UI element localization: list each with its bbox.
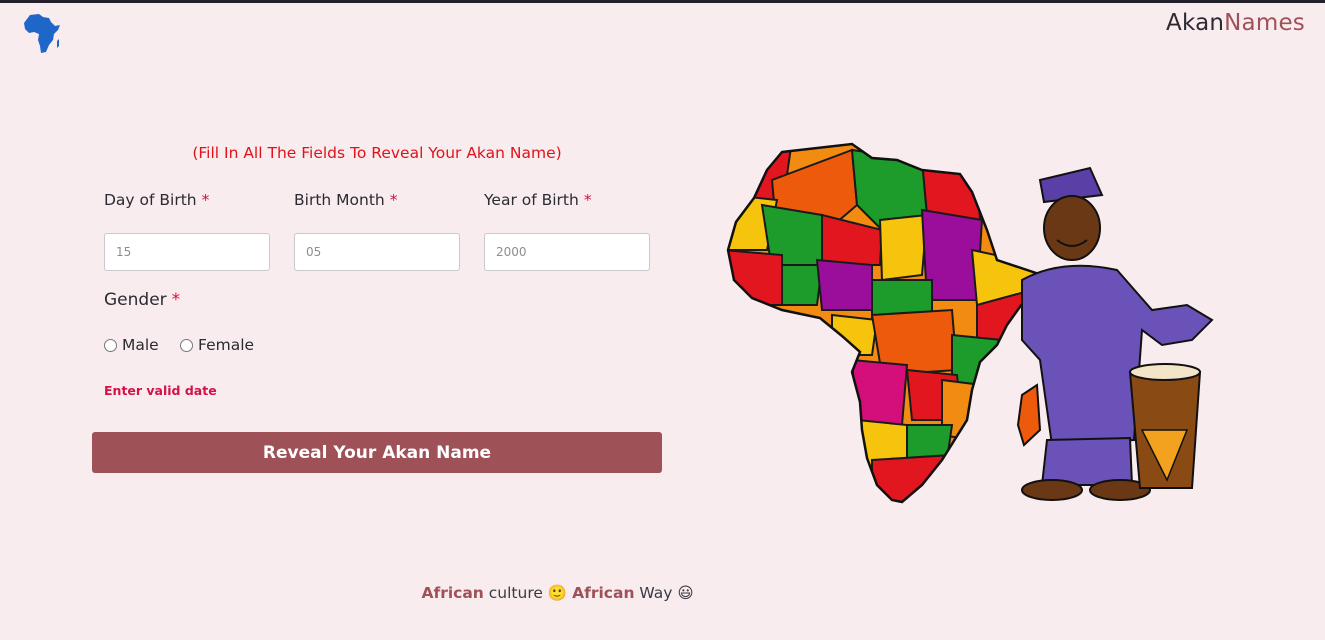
female-label: Female [198, 336, 255, 354]
female-radio[interactable] [180, 338, 193, 352]
month-label-text: Birth Month [294, 191, 385, 209]
validation-error: Enter valid date [104, 383, 217, 398]
required-mark: * [171, 290, 181, 310]
gender-label: Gender * [104, 290, 180, 310]
day-label-text: Day of Birth [104, 191, 197, 209]
footer-tagline: African culture 🙂 African Way 😃 [0, 584, 1115, 602]
year-label-text: Year of Birth [484, 191, 579, 209]
africa-logo-icon[interactable] [22, 12, 64, 56]
required-mark: * [201, 191, 210, 209]
gender-option-male[interactable]: Male [104, 336, 159, 354]
required-mark: * [583, 191, 592, 209]
month-input[interactable] [294, 233, 460, 271]
brand-part-names: Names [1224, 10, 1305, 36]
form-notice: (Fill In All The Fields To Reveal Your A… [192, 144, 562, 162]
footer-text-culture: culture [488, 584, 543, 602]
grin-emoji-icon: 😃 [677, 584, 694, 602]
day-input[interactable] [104, 233, 270, 271]
reveal-button[interactable]: Reveal Your Akan Name [92, 432, 662, 473]
footer-word-african: African [421, 584, 484, 602]
year-label: Year of Birth * [484, 191, 592, 209]
footer-text-way: Way [639, 584, 673, 602]
month-label: Birth Month * [294, 191, 397, 209]
smile-emoji-icon: 🙂 [547, 584, 568, 602]
brand-part-akan: Akan [1166, 10, 1225, 36]
year-input[interactable] [484, 233, 650, 271]
male-label: Male [122, 336, 159, 354]
brand-title[interactable]: AkanNames [1166, 10, 1305, 36]
footer-word-african-2: African [572, 584, 635, 602]
top-bar [0, 0, 1325, 3]
gender-label-text: Gender [104, 290, 167, 310]
required-mark: * [389, 191, 398, 209]
africa-map-illustration [726, 142, 1214, 504]
day-label: Day of Birth * [104, 191, 209, 209]
male-radio[interactable] [104, 338, 117, 352]
gender-option-female[interactable]: Female [180, 336, 254, 354]
